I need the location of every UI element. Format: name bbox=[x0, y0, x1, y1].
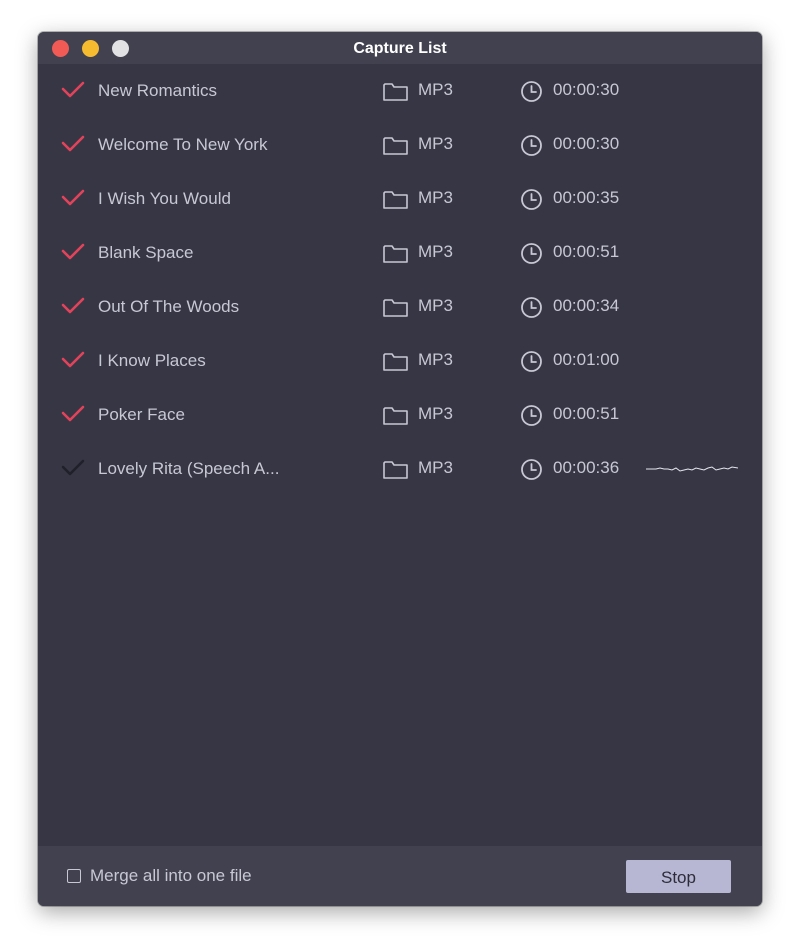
check-icon[interactable] bbox=[60, 458, 86, 478]
track-format: MP3 bbox=[418, 404, 453, 423]
folder-icon[interactable] bbox=[382, 351, 409, 372]
check-icon[interactable] bbox=[60, 350, 86, 370]
track-name: Welcome To New York bbox=[98, 135, 268, 154]
clock-icon bbox=[520, 242, 543, 265]
track-duration: 00:00:30 bbox=[553, 80, 620, 99]
folder-icon[interactable] bbox=[382, 135, 409, 156]
track-duration: 00:00:36 bbox=[553, 458, 620, 477]
track-row[interactable]: New Romantics MP3 00:00:30 bbox=[38, 64, 762, 118]
track-row[interactable]: Lovely Rita (Speech A... MP3 00:00:36 bbox=[38, 442, 762, 496]
track-name: Poker Face bbox=[98, 405, 185, 424]
track-name: I Wish You Would bbox=[98, 189, 231, 208]
capture-list-window: Capture List New Romantics MP3 00:00:30 Wel… bbox=[38, 32, 762, 906]
title-bar: Capture List bbox=[38, 32, 762, 64]
track-format: MP3 bbox=[418, 80, 453, 99]
track-row[interactable]: I Wish You Would MP3 00:00:35 bbox=[38, 172, 762, 226]
track-name: Blank Space bbox=[98, 243, 194, 262]
track-name: New Romantics bbox=[98, 81, 218, 100]
track-duration: 00:00:30 bbox=[553, 134, 620, 153]
check-icon[interactable] bbox=[60, 404, 86, 424]
check-icon[interactable] bbox=[60, 242, 86, 262]
track-row[interactable]: I Know Places MP3 00:01:00 bbox=[38, 334, 762, 388]
stop-button[interactable]: Stop bbox=[626, 860, 731, 893]
track-format: MP3 bbox=[418, 458, 453, 477]
track-name: I Know Places bbox=[98, 351, 206, 370]
track-name: Out Of The Woods bbox=[98, 297, 240, 316]
clock-icon bbox=[520, 296, 543, 319]
clock-icon bbox=[520, 458, 543, 481]
folder-icon[interactable] bbox=[382, 243, 409, 264]
track-row[interactable]: Out Of The Woods MP3 00:00:34 bbox=[38, 280, 762, 334]
track-duration: 00:01:00 bbox=[553, 350, 620, 369]
track-duration: 00:00:51 bbox=[553, 404, 620, 423]
folder-icon[interactable] bbox=[382, 297, 409, 318]
track-format: MP3 bbox=[418, 242, 453, 261]
folder-icon[interactable] bbox=[382, 81, 409, 102]
track-name: Lovely Rita (Speech A... bbox=[98, 459, 280, 478]
clock-icon bbox=[520, 80, 543, 103]
track-row[interactable]: Welcome To New York MP3 00:00:30 bbox=[38, 118, 762, 172]
merge-checkbox[interactable] bbox=[67, 869, 81, 883]
track-duration: 00:00:35 bbox=[553, 188, 620, 207]
clock-icon bbox=[520, 134, 543, 157]
check-icon[interactable] bbox=[60, 296, 86, 316]
folder-icon[interactable] bbox=[382, 189, 409, 210]
merge-label[interactable]: Merge all into one file bbox=[90, 866, 252, 886]
footer-bar: Merge all into one file Stop bbox=[38, 846, 762, 906]
folder-icon[interactable] bbox=[382, 459, 409, 480]
audio-waveform-icon bbox=[646, 462, 739, 476]
track-format: MP3 bbox=[418, 188, 453, 207]
check-icon[interactable] bbox=[60, 134, 86, 154]
clock-icon bbox=[520, 188, 543, 211]
track-duration: 00:00:34 bbox=[553, 296, 620, 315]
window-title: Capture List bbox=[353, 40, 447, 57]
track-row[interactable]: Blank Space MP3 00:00:51 bbox=[38, 226, 762, 280]
track-row[interactable]: Poker Face MP3 00:00:51 bbox=[38, 388, 762, 442]
track-format: MP3 bbox=[418, 134, 453, 153]
check-icon[interactable] bbox=[60, 80, 86, 100]
track-duration: 00:00:51 bbox=[553, 242, 620, 261]
check-icon[interactable] bbox=[60, 188, 86, 208]
folder-icon[interactable] bbox=[382, 405, 409, 426]
track-format: MP3 bbox=[418, 350, 453, 369]
clock-icon bbox=[520, 350, 543, 373]
track-format: MP3 bbox=[418, 296, 453, 315]
clock-icon bbox=[520, 404, 543, 427]
